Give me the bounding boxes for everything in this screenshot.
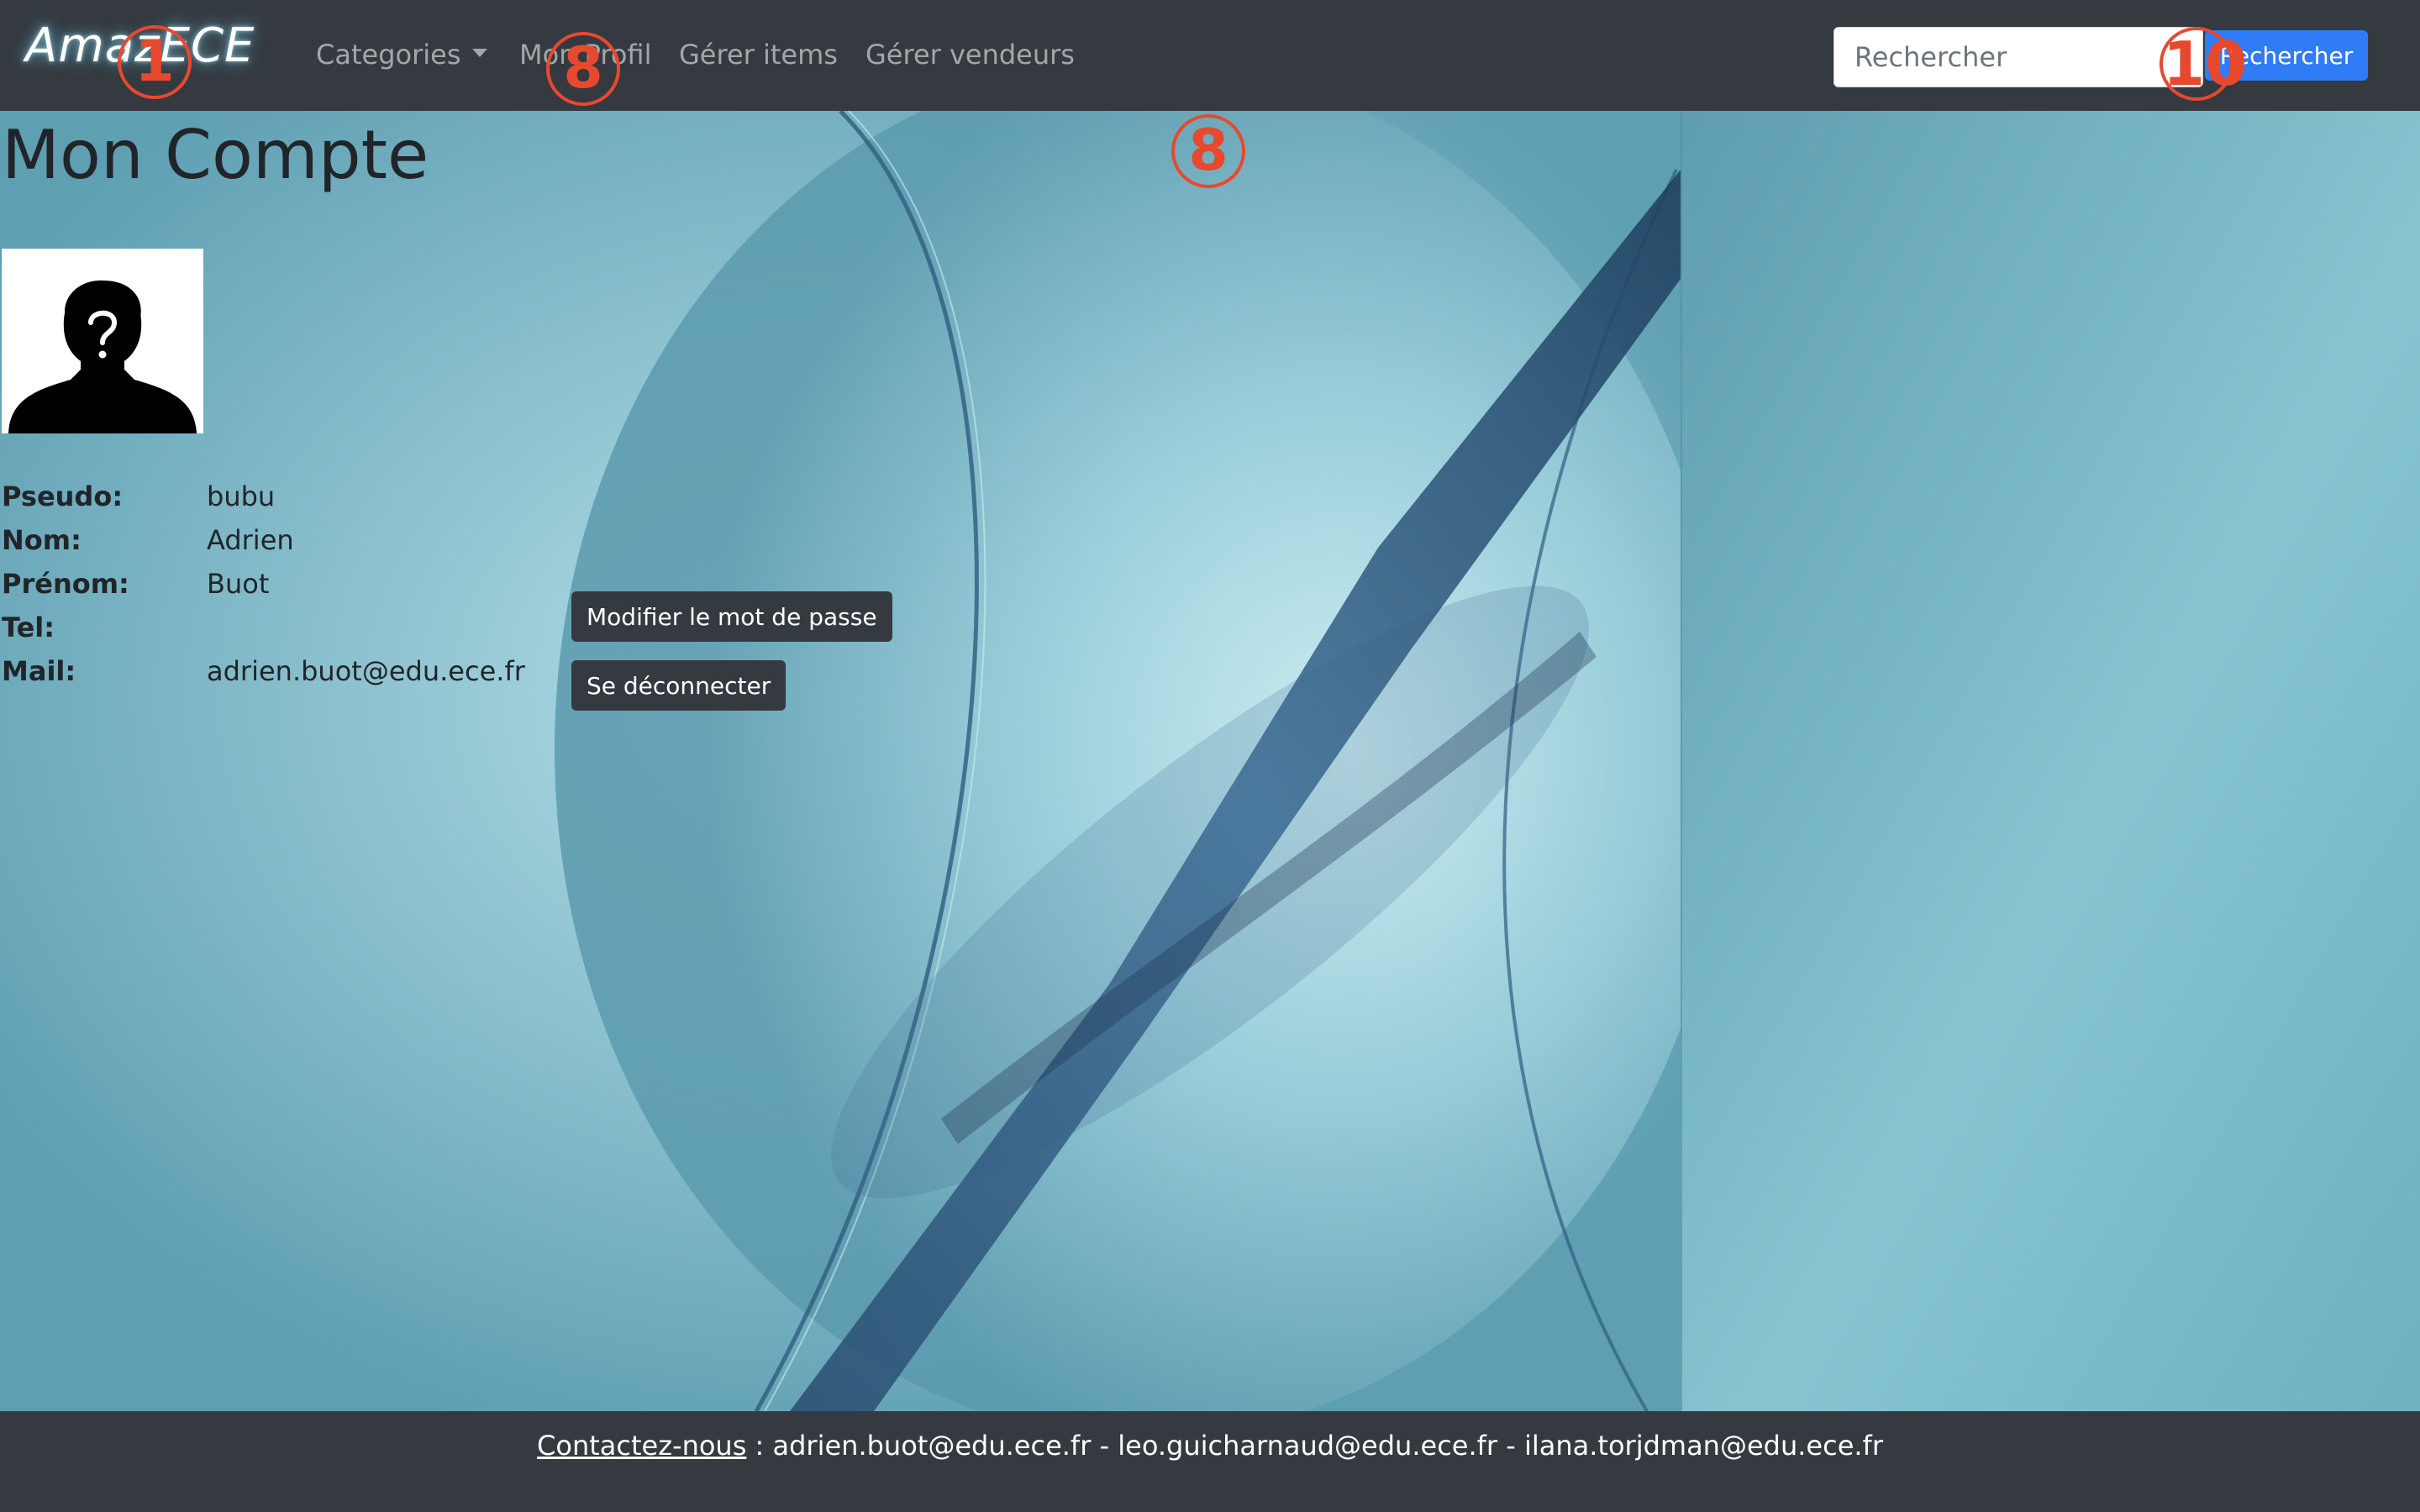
mail-label: Mail: [2, 655, 76, 687]
annotation-marker: 10 [2160, 27, 2247, 101]
chevron-down-icon [472, 49, 488, 57]
page-title: Mon Compte [2, 116, 429, 194]
search-input[interactable] [1833, 27, 2203, 87]
avatar [2, 249, 203, 433]
prenom-value: Buot [207, 568, 270, 600]
prenom-label: Prénom: [2, 568, 129, 600]
unknown-user-silhouette-icon [2, 249, 203, 433]
footer-emails: : adrien.buot@edu.ece.fr - leo.guicharna… [746, 1430, 1883, 1462]
logout-button[interactable]: Se déconnecter [571, 660, 786, 711]
nom-value: Adrien [207, 524, 294, 556]
annotation-marker: 8 [546, 32, 620, 106]
annotation-marker: 8 [1171, 114, 1245, 188]
nav-categories-label: Categories [316, 39, 461, 71]
change-password-button[interactable]: Modifier le mot de passe [571, 591, 892, 642]
footer-contact-line: Contactez-nous : adrien.buot@edu.ece.fr … [0, 1430, 2420, 1462]
contact-link[interactable]: Contactez-nous [537, 1430, 746, 1462]
footer: Contactez-nous : adrien.buot@edu.ece.fr … [0, 1411, 2420, 1512]
nav-gerer-items[interactable]: Gérer items [679, 39, 838, 71]
pseudo-value: bubu [207, 480, 276, 512]
background-wallpaper [0, 111, 2420, 1411]
nav-categories-dropdown[interactable]: Categories [316, 39, 488, 71]
pseudo-label: Pseudo: [2, 480, 124, 512]
mail-value: adrien.buot@edu.ece.fr [207, 655, 525, 687]
top-navbar: AmazECE Categories Mon Profil Gérer item… [0, 0, 2420, 111]
tel-label: Tel: [2, 612, 55, 643]
nom-label: Nom: [2, 524, 82, 556]
annotation-marker: 1 [118, 25, 192, 99]
nav-gerer-vendeurs[interactable]: Gérer vendeurs [865, 39, 1075, 71]
